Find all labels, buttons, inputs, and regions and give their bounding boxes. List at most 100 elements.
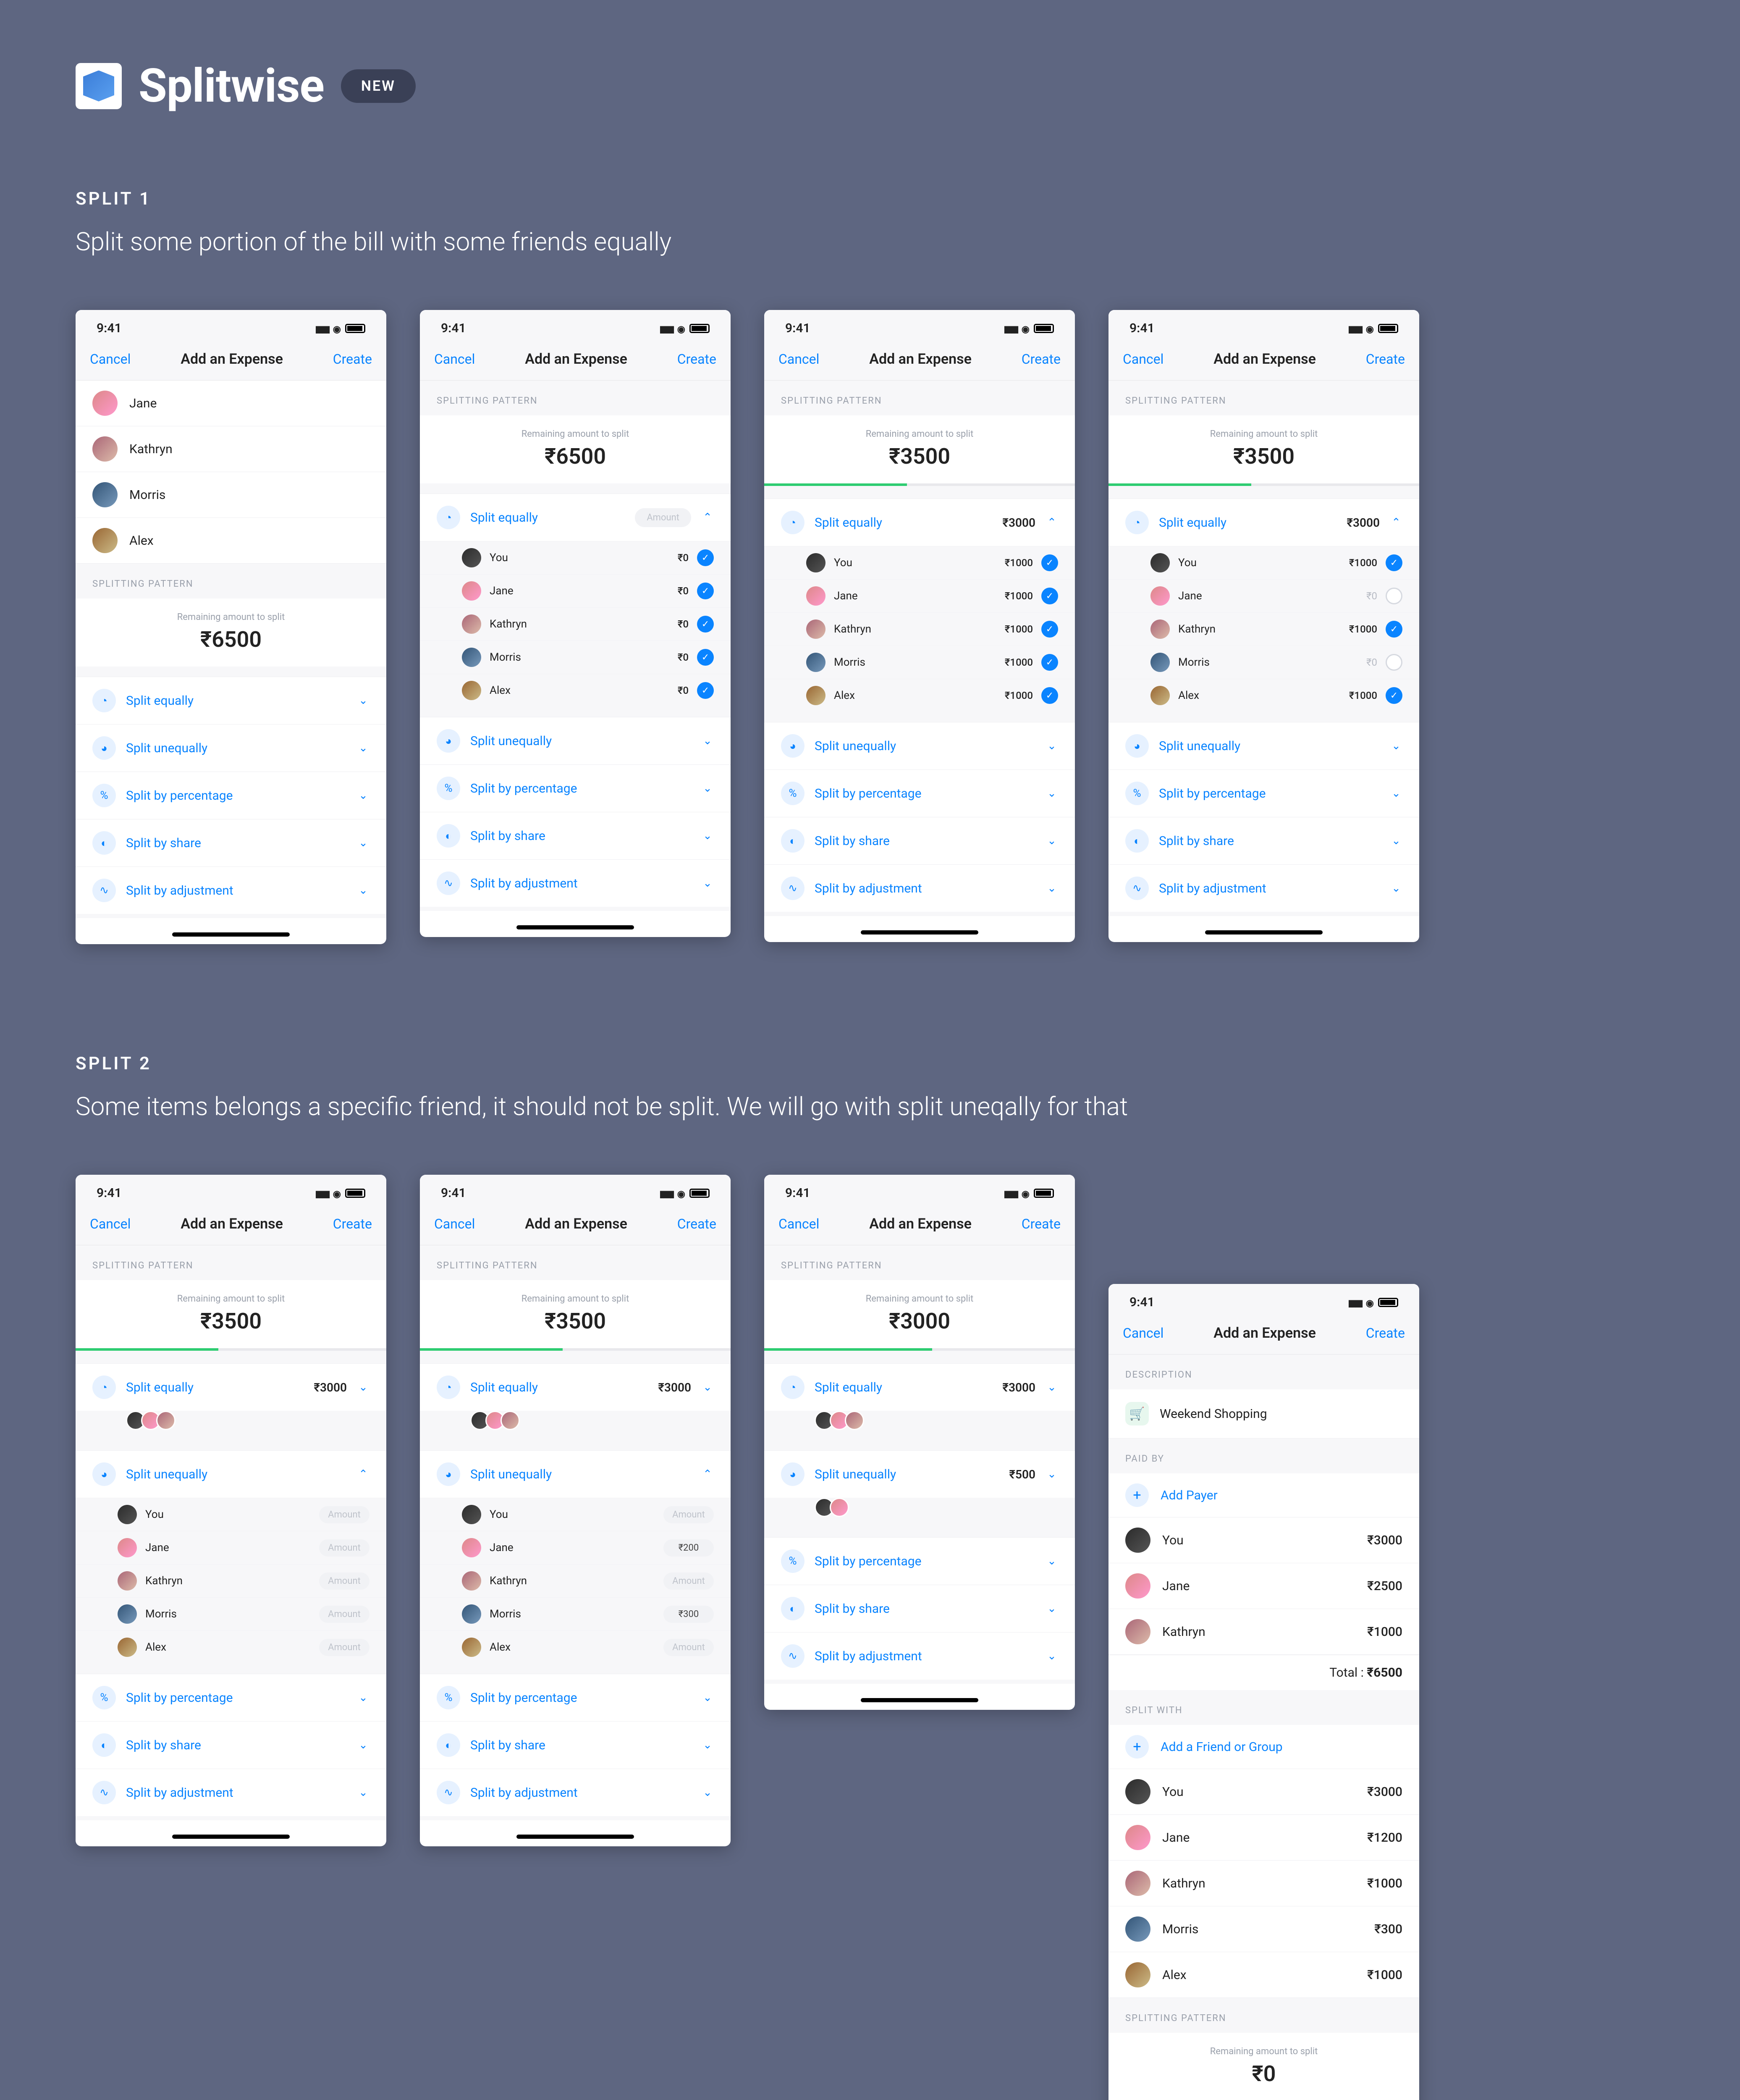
split-with-row[interactable]: Alex₹1000 bbox=[1108, 1952, 1419, 1998]
checkbox[interactable]: ✓ bbox=[1041, 654, 1058, 671]
amount-input[interactable]: ₹200 bbox=[663, 1539, 714, 1557]
split-adjustment-option[interactable]: ∿Split by adjustment⌄ bbox=[764, 864, 1075, 912]
checkbox[interactable]: ✓ bbox=[1041, 554, 1058, 571]
split-unequally-option[interactable]: ◕Split unequally⌄ bbox=[764, 722, 1075, 769]
split-percentage-option[interactable]: %Split by percentage⌄ bbox=[76, 1674, 386, 1721]
amount-input[interactable]: Amount bbox=[319, 1606, 369, 1623]
split-percentage-option[interactable]: %Split by percentage⌄ bbox=[764, 1537, 1075, 1585]
amount-input[interactable]: ₹300 bbox=[663, 1606, 714, 1623]
person-row[interactable]: You₹0✓ bbox=[420, 541, 731, 574]
split-unequally-option[interactable]: ◕Split unequally⌄ bbox=[420, 717, 731, 764]
split-share-option[interactable]: ◐Split by share⌄ bbox=[764, 1585, 1075, 1632]
description-row[interactable]: 🛒Weekend Shopping bbox=[1108, 1389, 1419, 1438]
split-share-option[interactable]: ◐Split by share⌄ bbox=[764, 817, 1075, 864]
payer-row[interactable]: Jane₹2500 bbox=[1108, 1563, 1419, 1609]
create-button[interactable]: Create bbox=[1022, 1216, 1061, 1232]
checkbox[interactable]: ✓ bbox=[1386, 687, 1402, 704]
cancel-button[interactable]: Cancel bbox=[434, 1216, 475, 1232]
split-equally-option[interactable]: ◔Split equally₹3000⌄ bbox=[764, 1363, 1075, 1411]
cancel-button[interactable]: Cancel bbox=[778, 351, 819, 367]
person-row[interactable]: Morris₹0 bbox=[1108, 646, 1419, 679]
friend-row[interactable]: Alex bbox=[76, 518, 386, 564]
person-row[interactable]: Jane₹1000✓ bbox=[764, 579, 1075, 612]
amount-input[interactable]: Amount bbox=[319, 1539, 369, 1557]
friend-row[interactable]: Kathryn bbox=[76, 426, 386, 472]
split-share-option[interactable]: ◐Split by share⌄ bbox=[420, 1721, 731, 1769]
split-share-option[interactable]: ◐Split by share⌄ bbox=[76, 819, 386, 866]
create-button[interactable]: Create bbox=[1366, 351, 1405, 367]
split-percentage-option[interactable]: %Split by percentage⌄ bbox=[420, 764, 731, 812]
person-row[interactable]: Morris₹1000✓ bbox=[764, 646, 1075, 679]
payer-row[interactable]: Kathryn₹1000 bbox=[1108, 1609, 1419, 1655]
person-row[interactable]: Alex₹0✓ bbox=[420, 674, 731, 707]
create-button[interactable]: Create bbox=[333, 1216, 372, 1232]
person-row[interactable]: YouAmount bbox=[76, 1498, 386, 1531]
person-row[interactable]: Morris₹300 bbox=[420, 1597, 731, 1630]
person-row[interactable]: Jane₹0✓ bbox=[420, 574, 731, 607]
split-adjustment-option[interactable]: ∿Split by adjustment⌄ bbox=[76, 1769, 386, 1816]
split-equally-option[interactable]: ◔Split equally₹3000⌄ bbox=[420, 1363, 731, 1411]
create-button[interactable]: Create bbox=[677, 1216, 716, 1232]
person-row[interactable]: JaneAmount bbox=[76, 1531, 386, 1564]
create-button[interactable]: Create bbox=[1366, 1325, 1405, 1341]
checkbox[interactable]: ✓ bbox=[697, 682, 714, 699]
split-with-row[interactable]: Kathryn₹1000 bbox=[1108, 1861, 1419, 1906]
checkbox[interactable] bbox=[1386, 588, 1402, 604]
add-payer-row[interactable]: +Add Payer bbox=[1108, 1473, 1419, 1517]
friend-row[interactable]: Jane bbox=[76, 381, 386, 426]
split-adjustment-option[interactable]: ∿Split by adjustment⌄ bbox=[764, 1632, 1075, 1680]
person-row[interactable]: AlexAmount bbox=[420, 1630, 731, 1664]
person-row[interactable]: Kathryn₹0✓ bbox=[420, 607, 731, 640]
split-unequally-option[interactable]: ◕Split unequally⌃ bbox=[76, 1450, 386, 1498]
amount-input[interactable]: Amount bbox=[319, 1639, 369, 1656]
person-row[interactable]: KathrynAmount bbox=[76, 1564, 386, 1597]
person-row[interactable]: Kathryn₹1000✓ bbox=[1108, 612, 1419, 646]
person-row[interactable]: YouAmount bbox=[420, 1498, 731, 1531]
amount-input[interactable]: Amount bbox=[663, 1572, 714, 1590]
person-row[interactable]: You₹1000✓ bbox=[1108, 546, 1419, 579]
cancel-button[interactable]: Cancel bbox=[90, 351, 131, 367]
amount-input[interactable]: Amount bbox=[663, 1639, 714, 1656]
cancel-button[interactable]: Cancel bbox=[90, 1216, 131, 1232]
checkbox[interactable]: ✓ bbox=[697, 549, 714, 566]
checkbox[interactable]: ✓ bbox=[1386, 621, 1402, 638]
checkbox[interactable]: ✓ bbox=[1041, 621, 1058, 638]
split-unequally-option[interactable]: ◕Split unequally₹500⌄ bbox=[764, 1450, 1075, 1498]
split-with-row[interactable]: Morris₹300 bbox=[1108, 1906, 1419, 1952]
split-equally-option[interactable]: ◔Split equally₹3000⌃ bbox=[1108, 499, 1419, 546]
person-row[interactable]: Kathryn₹1000✓ bbox=[764, 612, 1075, 646]
person-row[interactable]: Jane₹0 bbox=[1108, 579, 1419, 612]
split-with-row[interactable]: You₹3000 bbox=[1108, 1769, 1419, 1815]
split-share-option[interactable]: ◐Split by share⌄ bbox=[1108, 817, 1419, 864]
person-row[interactable]: Morris₹0✓ bbox=[420, 640, 731, 674]
person-row[interactable]: You₹1000✓ bbox=[764, 546, 1075, 579]
amount-input[interactable]: Amount bbox=[319, 1506, 369, 1523]
checkbox[interactable]: ✓ bbox=[1041, 588, 1058, 604]
split-share-option[interactable]: ◐Split by share⌄ bbox=[76, 1721, 386, 1769]
cancel-button[interactable]: Cancel bbox=[1123, 1325, 1163, 1341]
person-row[interactable]: Jane₹200 bbox=[420, 1531, 731, 1564]
payer-row[interactable]: You₹3000 bbox=[1108, 1517, 1419, 1563]
cancel-button[interactable]: Cancel bbox=[778, 1216, 819, 1232]
cancel-button[interactable]: Cancel bbox=[1123, 351, 1163, 367]
friend-row[interactable]: Morris bbox=[76, 472, 386, 518]
checkbox[interactable]: ✓ bbox=[1386, 554, 1402, 571]
split-share-option[interactable]: ◐Split by share⌄ bbox=[420, 812, 731, 859]
split-percentage-option[interactable]: %Split by percentage⌄ bbox=[764, 769, 1075, 817]
create-button[interactable]: Create bbox=[1022, 351, 1061, 367]
amount-input[interactable]: Amount bbox=[319, 1572, 369, 1590]
split-equally-option[interactable]: ◔Split equally₹3000⌄ bbox=[76, 1363, 386, 1411]
person-row[interactable]: AlexAmount bbox=[76, 1630, 386, 1664]
person-row[interactable]: KathrynAmount bbox=[420, 1564, 731, 1597]
split-percentage-option[interactable]: %Split by percentage⌄ bbox=[1108, 769, 1419, 817]
checkbox[interactable]: ✓ bbox=[697, 583, 714, 599]
split-adjustment-option[interactable]: ∿Split by adjustment⌄ bbox=[1108, 864, 1419, 912]
person-row[interactable]: MorrisAmount bbox=[76, 1597, 386, 1630]
split-adjustment-option[interactable]: ∿Split by adjustment⌄ bbox=[420, 1769, 731, 1816]
checkbox[interactable] bbox=[1386, 654, 1402, 671]
split-unequally-option[interactable]: ◕Split unequally⌄ bbox=[1108, 722, 1419, 769]
cancel-button[interactable]: Cancel bbox=[434, 351, 475, 367]
checkbox[interactable]: ✓ bbox=[1041, 687, 1058, 704]
person-row[interactable]: Alex₹1000✓ bbox=[764, 679, 1075, 712]
checkbox[interactable]: ✓ bbox=[697, 649, 714, 666]
